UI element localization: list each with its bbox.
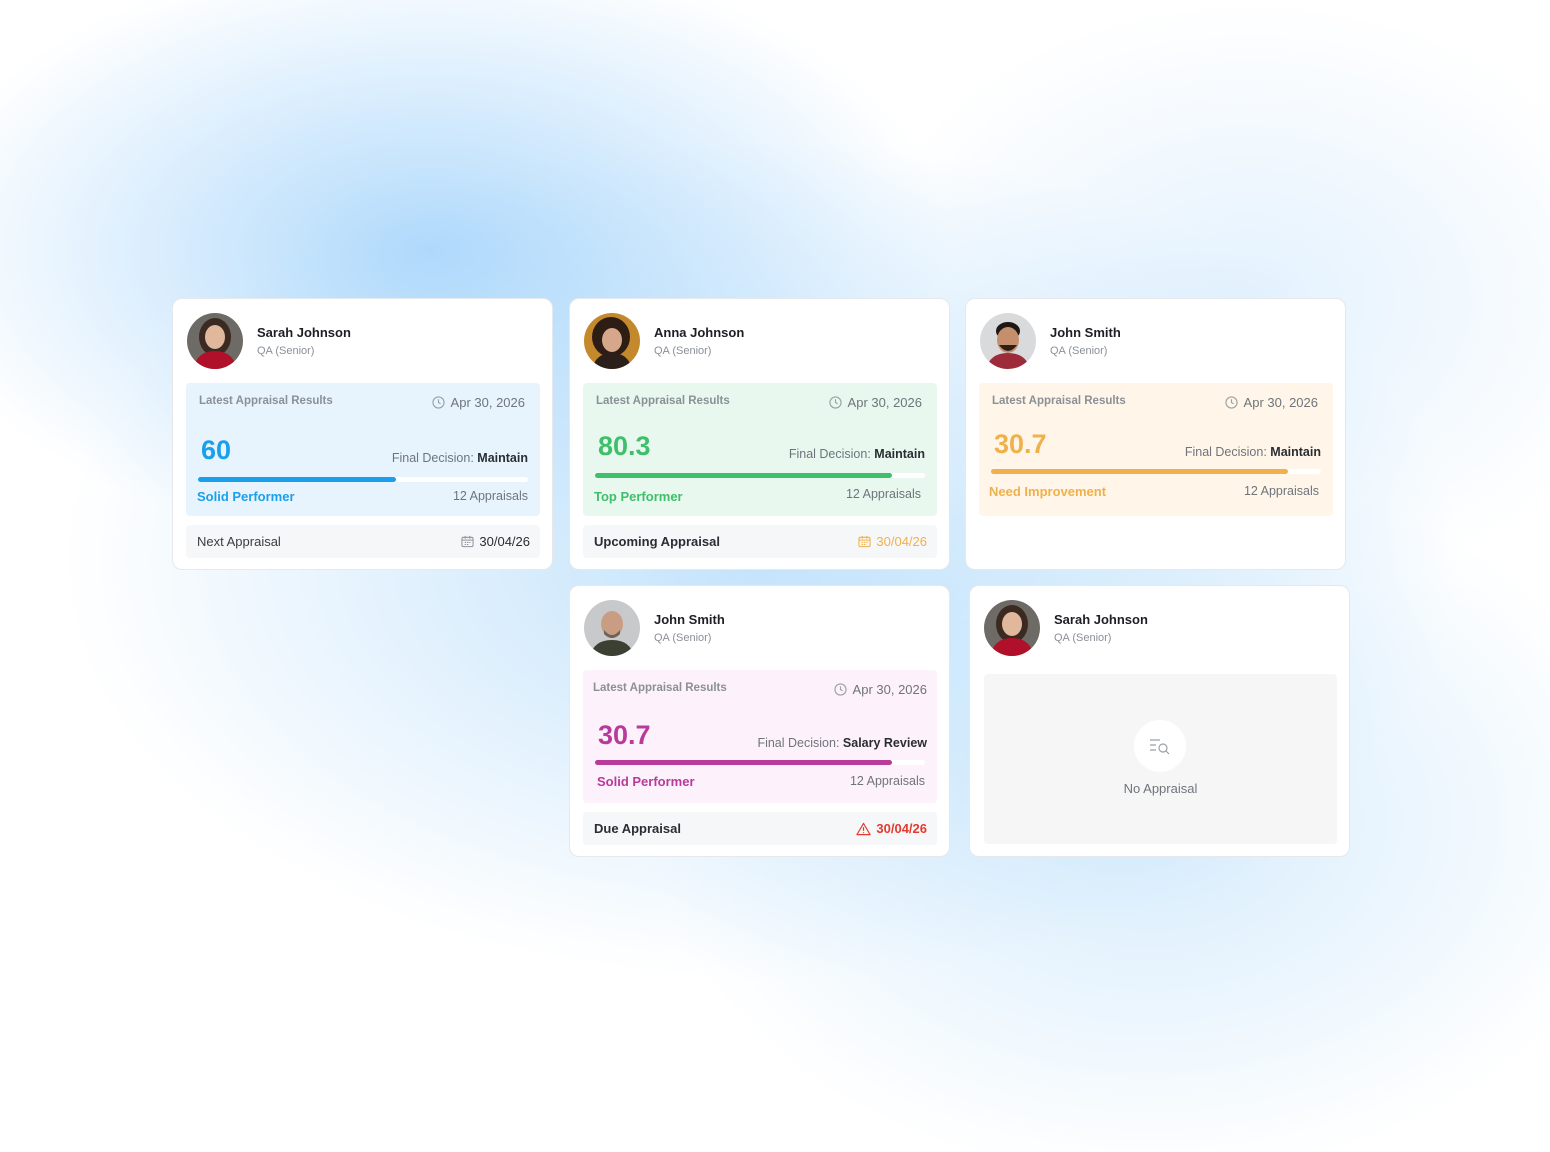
employee-role: QA (Senior) bbox=[654, 345, 712, 357]
appraisal-results-panel: Latest Appraisal Results Apr 30, 2026 80… bbox=[583, 383, 937, 516]
final-decision: Final Decision: Maintain bbox=[788, 447, 925, 461]
clock-icon bbox=[1224, 396, 1238, 409]
avatar bbox=[984, 600, 1040, 656]
appraisal-count: 12 Appraisals bbox=[452, 489, 528, 503]
calendar-icon bbox=[858, 535, 871, 548]
appraisal-score: 30.7 bbox=[598, 720, 651, 750]
score-progress-bar bbox=[991, 469, 1321, 474]
card-header: Sarah Johnson QA (Senior) bbox=[187, 313, 351, 369]
employee-name: Anna Johnson bbox=[654, 325, 745, 340]
performance-label: Need Improvement bbox=[989, 484, 1107, 499]
results-date: Apr 30, 2026 bbox=[833, 682, 927, 697]
employee-card[interactable]: John Smith QA (Senior) Latest Appraisal … bbox=[965, 298, 1346, 570]
score-progress-fill bbox=[595, 473, 892, 478]
calendar-icon bbox=[461, 535, 474, 548]
background-glow bbox=[0, 0, 1550, 1152]
next-appraisal-row[interactable]: Next Appraisal 30/04/26 bbox=[186, 525, 540, 558]
employee-role: QA (Senior) bbox=[1050, 345, 1108, 357]
performance-label: Solid Performer bbox=[197, 489, 295, 504]
footer-date: 30/04/26 bbox=[858, 534, 927, 549]
appraisal-results-panel: Latest Appraisal Results Apr 30, 2026 30… bbox=[979, 383, 1333, 516]
score-progress-fill bbox=[595, 760, 892, 765]
footer-label: Upcoming Appraisal bbox=[594, 534, 720, 549]
final-decision: Final Decision: Salary Review bbox=[757, 736, 927, 750]
avatar bbox=[584, 313, 640, 369]
search-list-icon bbox=[1134, 720, 1186, 772]
score-progress-bar bbox=[595, 473, 925, 478]
score-progress-fill bbox=[991, 469, 1288, 474]
no-appraisal-panel: No Appraisal bbox=[984, 674, 1337, 844]
final-decision: Final Decision: Maintain bbox=[391, 451, 528, 465]
employee-card[interactable]: John Smith QA (Senior) Latest Appraisal … bbox=[569, 585, 950, 857]
employee-name: Sarah Johnson bbox=[257, 325, 351, 340]
clock-icon bbox=[431, 396, 445, 409]
appraisal-score: 80.3 bbox=[598, 431, 651, 461]
results-date: Apr 30, 2026 bbox=[431, 395, 525, 410]
due-appraisal-row[interactable]: Due Appraisal 30/04/26 bbox=[583, 812, 937, 845]
clock-icon bbox=[828, 396, 842, 409]
results-title: Latest Appraisal Results bbox=[992, 395, 1126, 407]
employee-name: John Smith bbox=[654, 612, 725, 627]
employee-card[interactable]: Anna Johnson QA (Senior) Latest Appraisa… bbox=[569, 298, 950, 570]
footer-date: 30/04/26 bbox=[461, 534, 530, 549]
employee-card[interactable]: Sarah Johnson QA (Senior) Latest Apprais… bbox=[172, 298, 553, 570]
employee-name: Sarah Johnson bbox=[1054, 612, 1148, 627]
appraisal-score: 60 bbox=[201, 435, 232, 465]
appraisal-count: 12 Appraisals bbox=[849, 774, 925, 788]
score-progress-bar bbox=[198, 477, 528, 482]
results-title: Latest Appraisal Results bbox=[596, 395, 730, 407]
employee-name: John Smith bbox=[1050, 325, 1121, 340]
employee-role: QA (Senior) bbox=[1054, 632, 1112, 644]
results-title: Latest Appraisal Results bbox=[593, 682, 727, 694]
final-decision: Final Decision: Maintain bbox=[1184, 445, 1321, 459]
footer-date: 30/04/26 bbox=[856, 821, 927, 836]
card-header: Anna Johnson QA (Senior) bbox=[584, 313, 744, 369]
performance-label: Top Performer bbox=[594, 489, 683, 504]
clock-icon bbox=[833, 683, 847, 696]
score-progress-bar bbox=[595, 760, 925, 765]
performance-label: Solid Performer bbox=[597, 774, 695, 789]
card-header: John Smith QA (Senior) bbox=[980, 313, 1121, 369]
appraisal-score: 30.7 bbox=[994, 429, 1047, 459]
employee-role: QA (Senior) bbox=[654, 632, 712, 644]
appraisal-results-panel: Latest Appraisal Results Apr 30, 2026 60… bbox=[186, 383, 540, 516]
employee-card[interactable]: Sarah Johnson QA (Senior) No Appraisal bbox=[969, 585, 1350, 857]
no-appraisal-text: No Appraisal bbox=[1123, 781, 1198, 796]
avatar bbox=[187, 313, 243, 369]
results-date: Apr 30, 2026 bbox=[828, 395, 922, 410]
results-title: Latest Appraisal Results bbox=[199, 395, 333, 407]
employee-role: QA (Senior) bbox=[257, 345, 315, 357]
score-progress-fill bbox=[198, 477, 396, 482]
appraisal-count: 12 Appraisals bbox=[845, 487, 921, 501]
results-date: Apr 30, 2026 bbox=[1224, 395, 1318, 410]
footer-label: Due Appraisal bbox=[594, 821, 681, 836]
warning-icon bbox=[856, 822, 872, 835]
card-header: Sarah Johnson QA (Senior) bbox=[984, 600, 1148, 656]
card-header: John Smith QA (Senior) bbox=[584, 600, 725, 656]
avatar bbox=[584, 600, 640, 656]
appraisal-count: 12 Appraisals bbox=[1243, 484, 1319, 498]
upcoming-appraisal-row[interactable]: Upcoming Appraisal 30/04/26 bbox=[583, 525, 937, 558]
avatar bbox=[980, 313, 1036, 369]
appraisal-results-panel: Latest Appraisal Results Apr 30, 2026 30… bbox=[583, 670, 937, 803]
footer-label: Next Appraisal bbox=[197, 534, 281, 549]
